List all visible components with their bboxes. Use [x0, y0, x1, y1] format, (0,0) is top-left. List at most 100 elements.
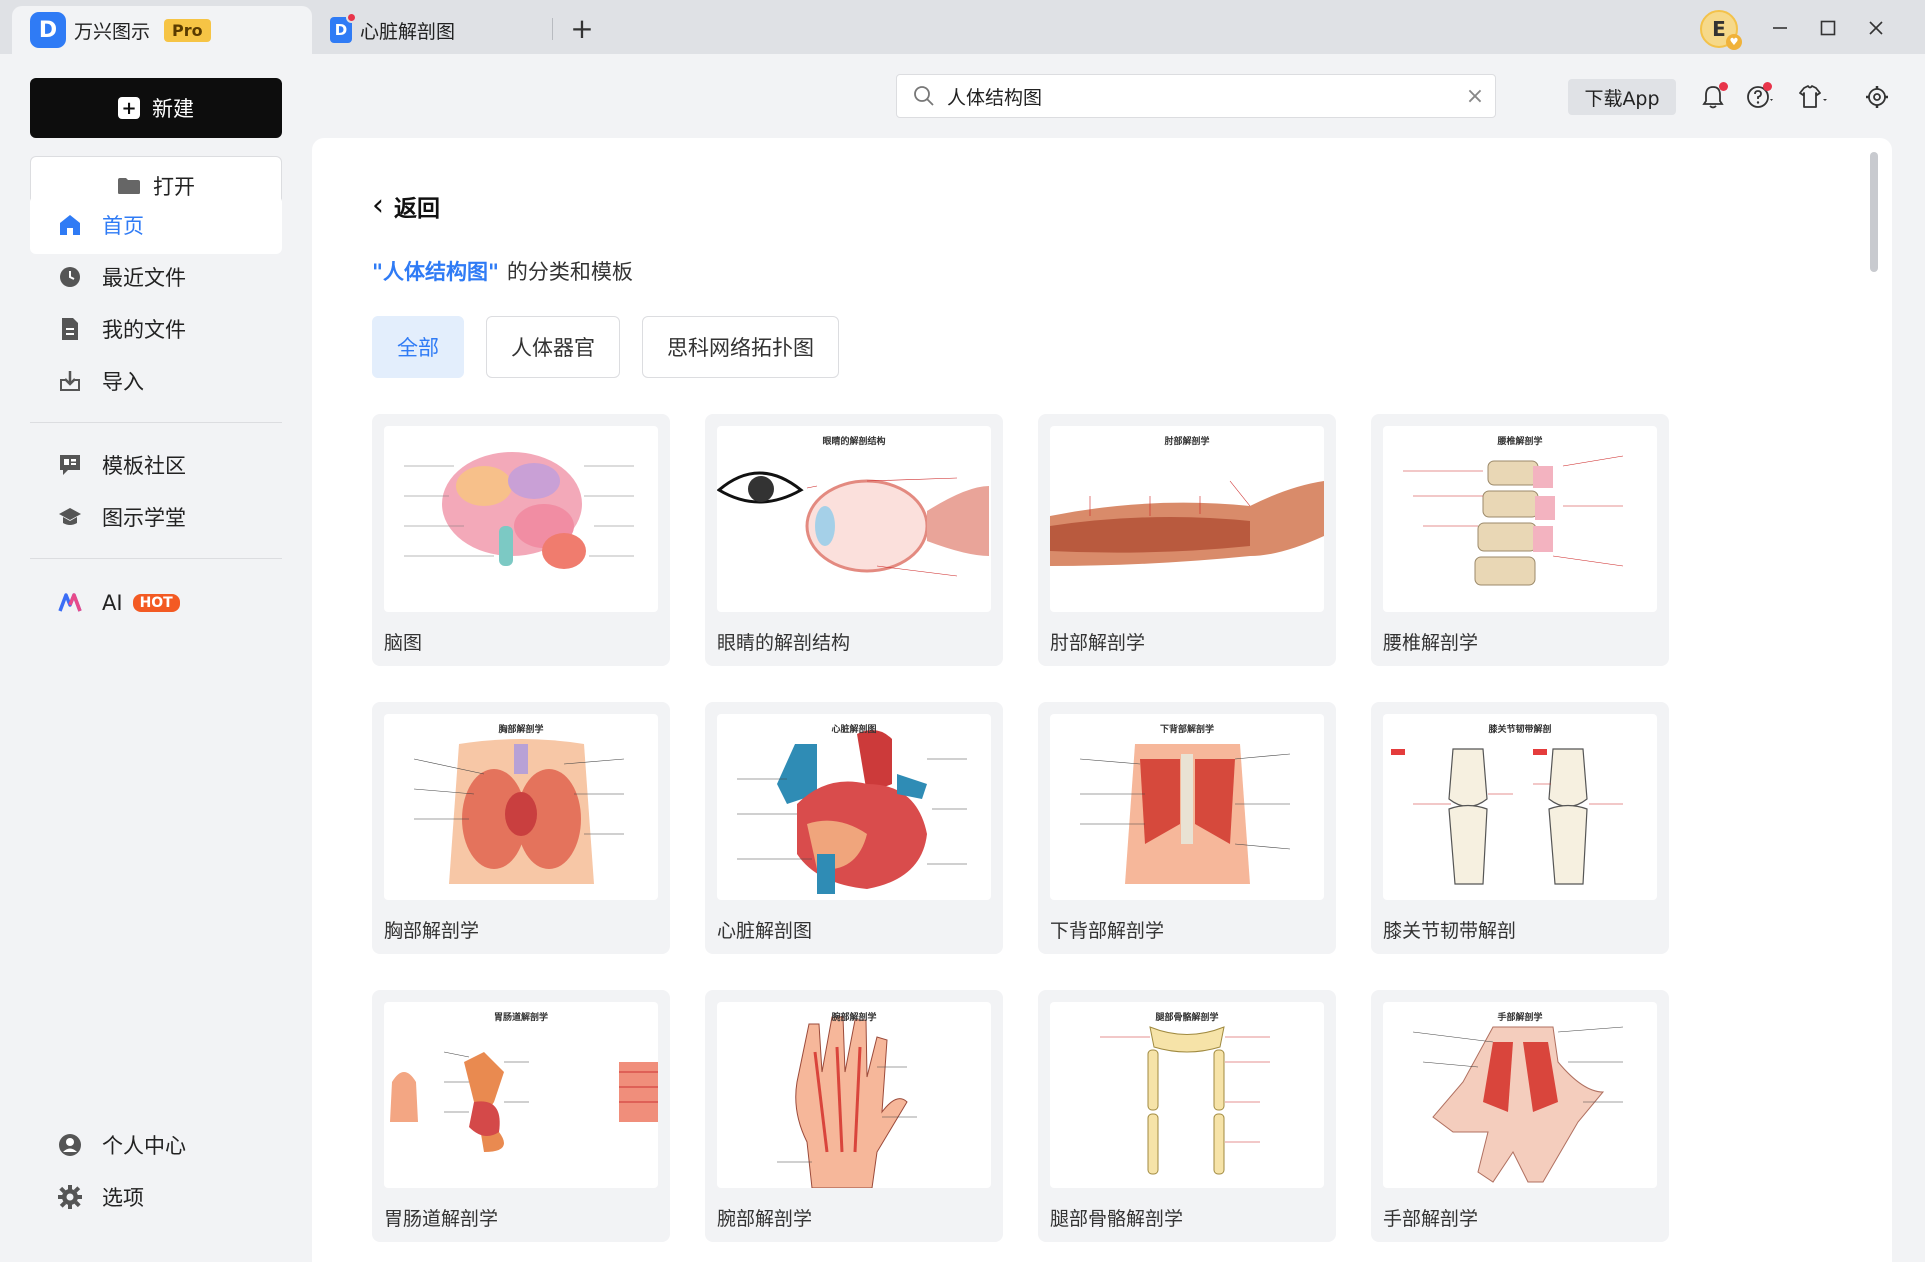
sidebar: + 新建 打开 首页 最近文件 我的文件 导入 模板社区 图示学堂 AI HOT… [0, 54, 312, 1262]
template-title: 脑图 [384, 632, 423, 654]
template-card[interactable]: 腕部解剖学 腕部解剖学 [705, 990, 1003, 1242]
maximize-icon[interactable] [1808, 10, 1848, 46]
avatar-letter: E [1712, 17, 1726, 41]
template-card[interactable]: 手部解剖学 手部解剖学 [1371, 990, 1669, 1242]
template-thumbnail: 胃肠道解剖学 [384, 1002, 658, 1188]
minimize-icon[interactable] [1760, 10, 1800, 46]
back-button[interactable]: ‹ 返回 [372, 188, 440, 223]
template-thumbnail: 腕部解剖学 [717, 1002, 991, 1188]
template-card[interactable]: 腰椎解剖学 腰椎解剖学 [1371, 414, 1669, 666]
sidebar-item-ai[interactable]: AI HOT [30, 574, 282, 632]
bell-icon[interactable] [1696, 80, 1730, 114]
template-title: 胃肠道解剖学 [384, 1208, 499, 1230]
search-icon [914, 86, 934, 106]
template-card[interactable]: 眼睛的解剖结构 眼睛的解剖结构 [705, 414, 1003, 666]
clock-icon [60, 267, 80, 287]
filter-cisco-network[interactable]: 思科网络拓扑图 [642, 316, 839, 378]
template-title: 肘部解剖学 [1050, 632, 1146, 654]
settings-icon[interactable] [1860, 80, 1894, 114]
template-thumbnail: 肘部解剖学 [1050, 426, 1324, 612]
template-title: 腿部骨骼解剖学 [1050, 1208, 1184, 1230]
template-card[interactable]: 胃肠道解剖学 胃肠道解剖学 [372, 990, 670, 1242]
home-icon [60, 215, 80, 235]
template-title: 下背部解剖学 [1050, 920, 1165, 942]
sidebar-item-options[interactable]: 选项 [30, 1168, 282, 1226]
template-card[interactable]: 胸部解剖学 胸部解剖学 [372, 702, 670, 954]
template-card[interactable]: 心脏解剖图 心脏解剖图 [705, 702, 1003, 954]
template-card[interactable]: 腿部骨骼解剖学 腿部骨骼解剖学 [1038, 990, 1336, 1242]
sidebar-item-label: 图示学堂 [102, 506, 186, 530]
folder-icon [118, 178, 140, 194]
user-circle-icon [59, 1134, 81, 1156]
sidebar-item-my-files[interactable]: 我的文件 [30, 300, 282, 358]
pro-badge: Pro [164, 18, 211, 42]
main-panel: ‹ 返回 "人体结构图" 的分类和模板 全部 人体器官 思科网络拓扑图 脑图 眼… [312, 138, 1892, 1262]
sidebar-item-profile[interactable]: 个人中心 [30, 1116, 282, 1174]
search-input[interactable] [947, 85, 1455, 107]
template-thumbnail [384, 426, 658, 612]
doc-tab-label: 心脏解剖图 [360, 20, 456, 43]
import-icon [60, 371, 80, 391]
sidebar-item-label: 选项 [102, 1186, 144, 1210]
hot-badge: HOT [132, 594, 180, 612]
sidebar-item-label: AI [102, 591, 123, 615]
thumbnail-title: 肘部解剖学 [1164, 437, 1210, 447]
template-thumbnail: 腰椎解剖学 [1383, 426, 1657, 612]
gear-icon [58, 1185, 82, 1209]
filter-human-organs[interactable]: 人体器官 [486, 316, 620, 378]
title-bar: D 万兴图示 Pro D 心脏解剖图 + E ♥ [0, 0, 1925, 54]
tab-document[interactable]: D 心脏解剖图 [318, 6, 455, 54]
search-keyword: "人体结构图" [372, 260, 499, 284]
sidebar-item-recent[interactable]: 最近文件 [30, 248, 282, 306]
thumbnail-title: 腕部解剖学 [831, 1013, 877, 1023]
template-thumbnail: 眼睛的解剖结构 [717, 426, 991, 612]
skin-shirt-icon[interactable] [1796, 80, 1830, 114]
template-title: 腰椎解剖学 [1383, 632, 1479, 654]
ai-logo-icon [58, 593, 82, 612]
template-card[interactable]: 肘部解剖学 肘部解剖学 [1038, 414, 1336, 666]
sidebar-item-label: 首页 [102, 214, 144, 238]
download-app-button[interactable]: 下载App [1568, 79, 1676, 115]
sidebar-item-academy[interactable]: 图示学堂 [30, 488, 282, 546]
thumbnail-title: 手部解剖学 [1497, 1013, 1543, 1023]
template-thumbnail: 下背部解剖学 [1050, 714, 1324, 900]
template-thumbnail: 心脏解剖图 [717, 714, 991, 900]
sidebar-divider [30, 422, 282, 423]
sidebar-item-label: 我的文件 [102, 318, 186, 342]
close-icon[interactable] [1856, 10, 1896, 46]
graduation-cap-icon [59, 508, 81, 525]
new-button[interactable]: + 新建 [30, 78, 282, 138]
search-box[interactable]: × [896, 74, 1496, 118]
sidebar-item-import[interactable]: 导入 [30, 352, 282, 410]
vip-heart-icon: ♥ [1726, 34, 1742, 50]
sidebar-item-label: 最近文件 [102, 266, 186, 290]
back-label: 返回 [394, 195, 440, 222]
filter-all[interactable]: 全部 [372, 316, 464, 378]
sidebar-item-community[interactable]: 模板社区 [30, 436, 282, 494]
template-card[interactable]: 脑图 [372, 414, 670, 666]
thumbnail-title: 腰椎解剖学 [1497, 437, 1543, 447]
clear-search-icon[interactable]: × [1455, 84, 1495, 109]
scrollbar-thumb[interactable] [1870, 152, 1878, 272]
new-button-label: 新建 [152, 97, 194, 121]
new-tab-plus-icon[interactable]: + [566, 12, 598, 45]
template-title: 手部解剖学 [1383, 1208, 1479, 1230]
sidebar-item-home[interactable]: 首页 [30, 196, 282, 254]
template-title: 心脏解剖图 [717, 920, 813, 942]
tab-divider [552, 18, 553, 40]
user-avatar[interactable]: E ♥ [1700, 10, 1742, 50]
community-icon [60, 455, 80, 475]
template-card[interactable]: 下背部解剖学 下背部解剖学 [1038, 702, 1336, 954]
help-icon[interactable] [1744, 80, 1778, 114]
tab-home[interactable]: D 万兴图示 Pro [12, 6, 312, 54]
template-thumbnail: 膝关节韧带解剖 [1383, 714, 1657, 900]
category-filters: 全部 人体器官 思科网络拓扑图 [372, 316, 839, 378]
template-thumbnail: 腿部骨骼解剖学 [1050, 1002, 1324, 1188]
sidebar-item-label: 模板社区 [102, 454, 186, 478]
document-icon: D [330, 12, 357, 43]
template-title: 膝关节韧带解剖 [1383, 920, 1517, 942]
template-card[interactable]: 膝关节韧带解剖 膝关节韧带解剖 [1371, 702, 1669, 954]
template-thumbnail: 胸部解剖学 [384, 714, 658, 900]
template-title: 眼睛的解剖结构 [717, 632, 851, 654]
subtitle-suffix: 的分类和模板 [506, 260, 633, 284]
